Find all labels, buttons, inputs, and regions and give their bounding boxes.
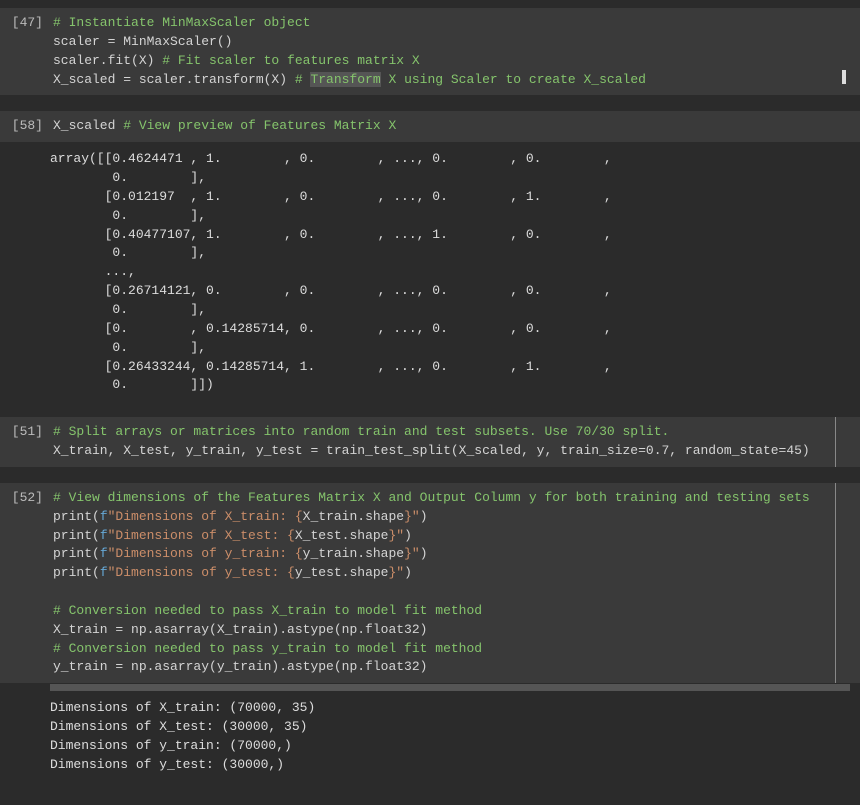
code-editor[interactable]: X_scaled # View preview of Features Matr…: [49, 111, 860, 142]
cell-47: [47] # Instantiate MinMaxScaler object s…: [0, 8, 860, 95]
code-line: scaler.fit(X): [53, 53, 162, 68]
print-call: print(f"Dimensions of y_train: {y_train.…: [53, 546, 428, 561]
code-line: scaler = MinMaxScaler(): [53, 34, 232, 49]
code-line: X_scaled: [53, 118, 123, 133]
margin-guide: [835, 483, 836, 683]
print-call: print(f"Dimensions of X_train: {X_train.…: [53, 509, 428, 524]
print-call: print(f"Dimensions of y_test: {y_test.sh…: [53, 565, 412, 580]
comment: # Fit scaler to features matrix X: [162, 53, 419, 68]
prompt-label: [52]: [3, 483, 49, 683]
comment: # View dimensions of the Features Matrix…: [53, 490, 810, 505]
code-line: X_train = np.asarray(X_train).astype(np.…: [53, 622, 427, 637]
input-area[interactable]: [51] # Split arrays or matrices into ran…: [0, 417, 860, 467]
output-area: array([[0.4624471 , 1. , 0. , ..., 0. , …: [0, 144, 860, 401]
print-call: print(f"Dimensions of X_test: {X_test.sh…: [53, 528, 412, 543]
prompt-label: [58]: [3, 111, 49, 142]
output-text: Dimensions of X_train: (70000, 35) Dimen…: [46, 693, 860, 780]
code-editor[interactable]: # Instantiate MinMaxScaler object scaler…: [49, 8, 860, 95]
code-editor[interactable]: # View dimensions of the Features Matrix…: [49, 483, 860, 683]
highlighted-word: Transform: [310, 72, 380, 87]
comment: # Split arrays or matrices into random t…: [53, 424, 669, 439]
code-line: X_train, X_test, y_train, y_test = train…: [53, 443, 810, 458]
output-area: Dimensions of X_train: (70000, 35) Dimen…: [0, 693, 860, 780]
horizontal-scrollbar[interactable]: [50, 684, 850, 691]
margin-guide: [835, 417, 836, 467]
cell-51: [51] # Split arrays or matrices into ran…: [0, 417, 860, 467]
comment: # View preview of Features Matrix X: [123, 118, 396, 133]
cell-52: [52] # View dimensions of the Features M…: [0, 483, 860, 781]
comment: # Conversion needed to pass y_train to m…: [53, 641, 482, 656]
input-area[interactable]: [52] # View dimensions of the Features M…: [0, 483, 860, 683]
comment: # Instantiate MinMaxScaler object: [53, 15, 310, 30]
code-editor[interactable]: # Split arrays or matrices into random t…: [49, 417, 860, 467]
output-text: array([[0.4624471 , 1. , 0. , ..., 0. , …: [46, 144, 860, 401]
comment: # Conversion needed to pass X_train to m…: [53, 603, 482, 618]
text-cursor: [840, 69, 846, 88]
code-line: X_scaled = scaler.transform(X): [53, 72, 295, 87]
input-area[interactable]: [47] # Instantiate MinMaxScaler object s…: [0, 8, 860, 95]
prompt-label: [47]: [3, 8, 49, 95]
code-line: y_train = np.asarray(y_train).astype(np.…: [53, 659, 427, 674]
prompt-label: [51]: [3, 417, 49, 467]
input-area[interactable]: [58] X_scaled # View preview of Features…: [0, 111, 860, 142]
comment: # Transform X using Scaler to create X_s…: [295, 72, 646, 87]
cell-58: [58] X_scaled # View preview of Features…: [0, 111, 860, 401]
